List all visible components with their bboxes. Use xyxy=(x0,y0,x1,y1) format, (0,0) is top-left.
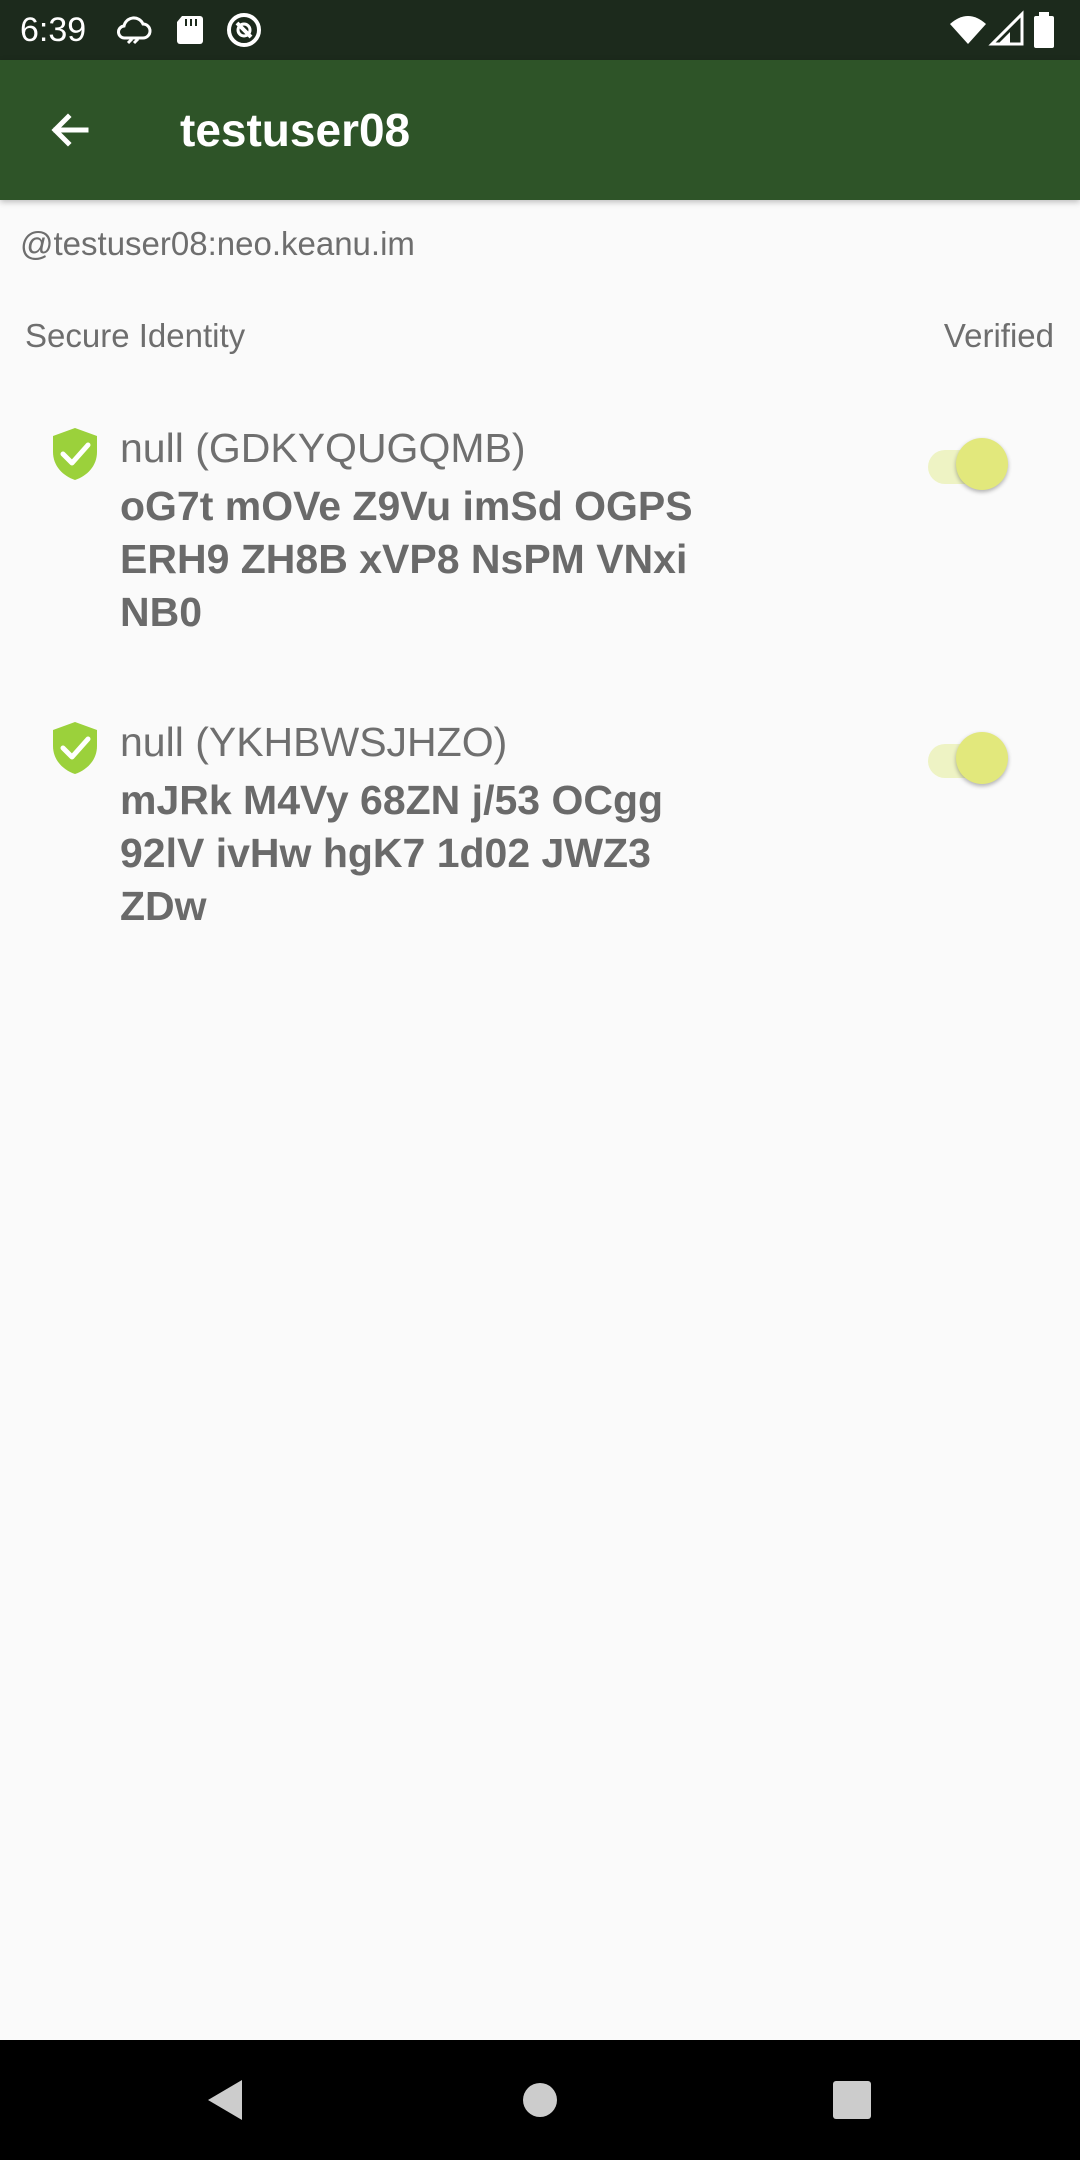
page-title: testuser08 xyxy=(180,104,411,156)
device-fingerprint: oG7t mOVe Z9Vu imSd OGPS ERH9 ZH8B xVP8 … xyxy=(120,483,693,635)
back-triangle-icon xyxy=(208,2080,242,2120)
sd-card-icon xyxy=(170,10,210,50)
device-fingerprint: mJRk M4Vy 68ZN j/53 OCgg 92lV ivHw hgK7 … xyxy=(120,777,664,929)
vpn-icon xyxy=(224,10,264,50)
toggle-thumb xyxy=(956,438,1008,490)
section-label-secure-identity: Secure Identity xyxy=(25,317,246,354)
device-row: null (GDKYQUGQMB) oG7t mOVe Z9Vu imSd OG… xyxy=(0,420,1080,670)
verified-shield-icon xyxy=(50,720,100,776)
verified-shield-icon xyxy=(50,426,100,482)
battery-icon xyxy=(1030,10,1058,50)
nav-recents-button[interactable] xyxy=(822,2070,882,2130)
verified-toggle[interactable] xyxy=(924,432,1010,490)
navigation-bar xyxy=(0,2040,1080,2160)
section-label-verified: Verified xyxy=(943,317,1054,354)
status-bar: 6:39 xyxy=(0,0,1080,60)
verified-toggle[interactable] xyxy=(924,726,1010,784)
home-circle-icon xyxy=(523,2083,557,2117)
device-row: null (YKHBWSJHZO) mJRk M4Vy 68ZN j/53 OC… xyxy=(0,714,1080,964)
nav-back-button[interactable] xyxy=(196,2070,256,2130)
signal-icon xyxy=(988,10,1028,50)
app-bar: testuser08 xyxy=(0,60,1080,200)
user-id: @testuser08:neo.keanu.im xyxy=(20,225,415,262)
toggle-thumb xyxy=(956,732,1008,784)
device-name: null (GDKYQUGQMB) xyxy=(120,425,526,471)
wifi-icon xyxy=(948,10,988,50)
cloud-sync-icon xyxy=(114,10,154,50)
device-name: null (YKHBWSJHZO) xyxy=(120,719,508,765)
status-time: 6:39 xyxy=(20,11,87,49)
arrow-back-icon xyxy=(51,113,89,147)
recents-square-icon xyxy=(833,2081,871,2119)
nav-home-button[interactable] xyxy=(510,2070,570,2130)
back-button[interactable] xyxy=(30,90,110,170)
